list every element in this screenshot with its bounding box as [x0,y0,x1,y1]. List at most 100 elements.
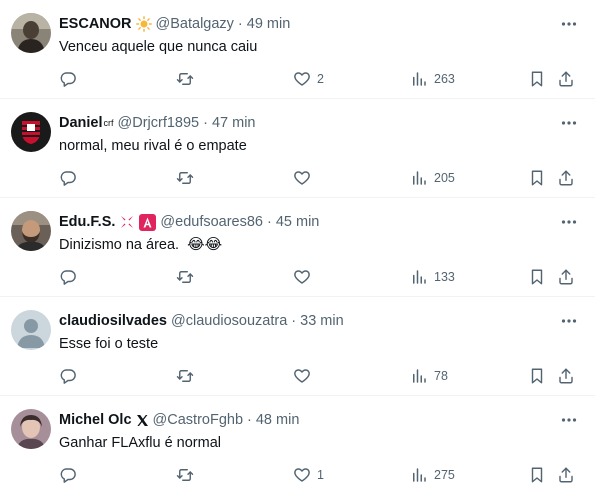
heart-icon [294,171,310,185]
more-icon[interactable] [559,410,579,430]
reply-item[interactable]: ESCANOR @Batalgazy · 49 min Venceu aquel… [0,0,595,99]
share-icon [559,368,573,384]
reply-icon [60,468,76,483]
like-count: 1 [317,468,324,482]
retweet-button[interactable] [176,168,200,188]
bookmark-button[interactable] [528,168,546,188]
like-button[interactable]: 2 [293,69,324,89]
reply-text: Esse foi o teste [59,335,158,353]
user-handle[interactable]: @claudiosouzatra [171,312,287,330]
user-handle[interactable]: @Batalgazy [156,15,234,33]
bookmark-button[interactable] [528,267,546,287]
timestamp[interactable]: 33 min [300,312,344,330]
reply-header: claudiosilvades @claudiosouzatra · 33 mi… [59,312,344,330]
timestamp[interactable]: 47 min [212,114,256,132]
more-icon[interactable] [559,113,579,133]
views-button[interactable]: 205 [410,168,455,188]
retweet-button[interactable] [176,366,200,386]
share-icon [559,467,573,483]
user-handle[interactable]: @CastroFghb [153,411,243,429]
letter-badge-icon [139,213,157,231]
reply-button[interactable] [59,267,83,287]
avatar[interactable] [11,13,51,53]
retweet-button[interactable] [176,69,200,89]
reply-text: Dinizismo na área. 😂😂 [59,236,222,254]
more-icon[interactable] [559,311,579,331]
separator-dot: · [291,313,297,329]
bookmark-icon [531,170,543,186]
user-handle[interactable]: @Drjcrf1895 [118,114,200,132]
views-icon [413,72,426,86]
display-name[interactable]: Edu.F.S. [59,213,115,231]
views-icon [413,270,426,284]
separator-dot: · [237,16,243,32]
retweet-button[interactable] [176,465,200,485]
view-count: 205 [434,171,455,185]
share-button[interactable] [557,366,575,386]
action-bar: 2 263 [0,69,595,89]
heart-icon [294,369,310,383]
user-handle[interactable]: @edufsoares86 [160,213,263,231]
display-name[interactable]: Daniel [59,114,103,132]
bookmark-button[interactable] [528,465,546,485]
timestamp[interactable]: 49 min [247,15,291,33]
reply-button[interactable] [59,366,83,386]
retweet-icon [176,73,194,85]
sun-icon [135,16,152,32]
laughing-emoji-icon: 😂😂 [187,236,223,253]
reply-button[interactable] [59,168,83,188]
share-button[interactable] [557,168,575,188]
action-bar: 133 [0,267,595,287]
reply-text: Ganhar FLAxflu é normal [59,434,221,452]
share-button[interactable] [557,267,575,287]
views-button[interactable]: 78 [410,366,448,386]
reply-button[interactable] [59,69,83,89]
reply-item[interactable]: Daniel crf @Drjcrf1895 · 47 min normal, … [0,99,595,198]
reply-text-content: Ganhar FLAxflu é normal [59,435,221,451]
like-button[interactable] [293,366,317,386]
display-name[interactable]: claudiosilvades [59,312,167,330]
views-icon [413,171,426,185]
more-icon[interactable] [559,14,579,34]
bookmark-icon [531,368,543,384]
like-button[interactable]: 1 [293,465,324,485]
display-name[interactable]: Michel Olc [59,411,132,429]
action-bar: 205 [0,168,595,188]
bookmark-button[interactable] [528,366,546,386]
reply-text: normal, meu rival é o empate [59,137,247,155]
avatar[interactable] [11,310,51,350]
bookmark-icon [531,467,543,483]
avatar[interactable] [11,211,51,251]
display-name[interactable]: ESCANOR [59,15,132,33]
views-button[interactable]: 263 [410,69,455,89]
reply-item[interactable]: claudiosilvades @claudiosouzatra · 33 mi… [0,297,595,396]
share-icon [559,170,573,186]
view-count: 78 [434,369,448,383]
view-count: 263 [434,72,455,86]
like-button[interactable] [293,267,317,287]
avatar[interactable] [11,409,51,449]
reply-item[interactable]: Edu.F.S. @edufsoares86 · 45 min Dinizism… [0,198,595,297]
anger-icon [119,214,135,230]
reply-header: ESCANOR @Batalgazy · 49 min [59,15,290,33]
timestamp[interactable]: 45 min [276,213,320,231]
action-bar: 1 275 [0,465,595,485]
reply-text-content: Dinizismo na área. [59,237,180,253]
more-icon[interactable] [559,212,579,232]
retweet-button[interactable] [176,267,200,287]
avatar[interactable] [11,112,51,152]
reply-header: Michel Olc @CastroFghb · 48 min [59,411,299,429]
reply-button[interactable] [59,465,83,485]
share-button[interactable] [557,69,575,89]
views-icon [413,369,426,383]
reply-text-content: Venceu aquele que nunca caiu [59,39,258,55]
views-button[interactable]: 275 [410,465,455,485]
like-button[interactable] [293,168,317,188]
retweet-icon [176,271,194,283]
views-button[interactable]: 133 [410,267,455,287]
bookmark-icon [531,269,543,285]
timestamp[interactable]: 48 min [256,411,300,429]
share-button[interactable] [557,465,575,485]
reply-item[interactable]: Michel Olc @CastroFghb · 48 min Ganhar F… [0,396,595,498]
bookmark-button[interactable] [528,69,546,89]
